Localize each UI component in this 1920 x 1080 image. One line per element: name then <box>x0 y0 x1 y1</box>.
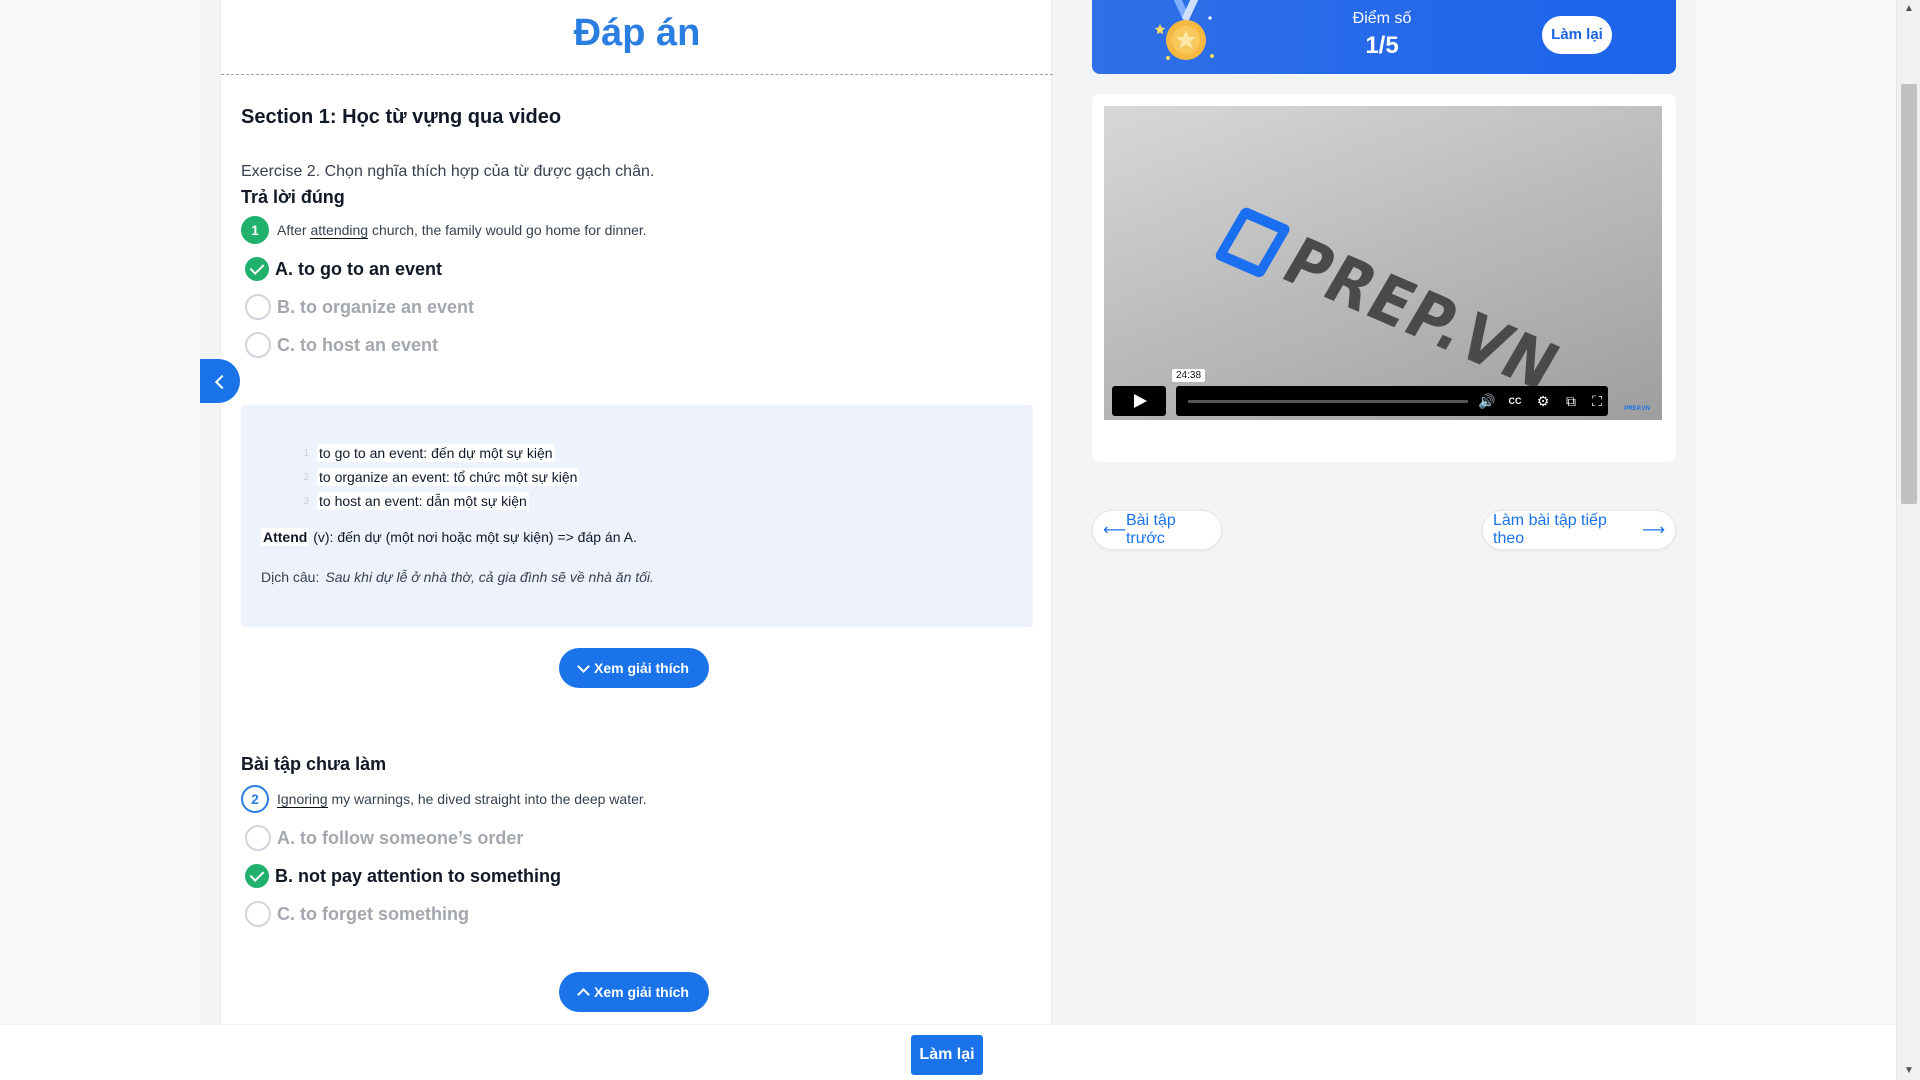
scroll-down-icon[interactable]: ▼ <box>1897 1062 1920 1080</box>
play-button[interactable] <box>1112 386 1166 416</box>
explanation-box: 1 to go to an event: đến dự một sự kiện … <box>241 405 1033 627</box>
check-icon <box>245 864 269 888</box>
translation: Dịch câu: Sau khi dự lễ ở nhà thờ, cả gia… <box>261 569 654 585</box>
scroll-thumb[interactable] <box>1901 84 1917 504</box>
score-value: 1/5 <box>1365 32 1399 59</box>
option-label: C. to forget something <box>277 903 469 924</box>
unanswered-heading: Bài tập chưa làm <box>241 754 387 774</box>
gear-icon[interactable]: ⚙ <box>1534 392 1552 410</box>
exercise-instruction: Exercise 2. Chọn nghĩa thích hợp của từ … <box>241 163 655 180</box>
hide-explanation-button[interactable]: Xem giải thích <box>559 972 709 1012</box>
page-gutter-right <box>1696 0 1896 1080</box>
explanation-item: 2 to organize an event: tổ chức một sự k… <box>303 468 580 486</box>
fullscreen-icon[interactable]: ⛶ <box>1588 392 1606 410</box>
option-label: A. to go to an event <box>275 258 443 279</box>
explanation-item: 3 to host an event: dẫn một sự kiện <box>303 492 529 510</box>
chevron-up-icon <box>577 987 590 1001</box>
seek-bar[interactable] <box>1188 400 1468 403</box>
option-c[interactable]: C. to host an event <box>245 331 438 359</box>
medal-icon <box>1155 0 1214 60</box>
correct-answers-heading: Trả lời đúng <box>241 187 345 207</box>
next-exercise-button[interactable]: Làm bài tập tiếp theo ⟶ <box>1482 510 1676 550</box>
option-label: B. to organize an event <box>277 296 475 317</box>
option-c[interactable]: C. to forget something <box>245 900 469 928</box>
option-label: C. to host an event <box>277 334 439 355</box>
volume-icon[interactable]: 🔊 <box>1478 392 1496 410</box>
question-number-badge: 1 <box>241 216 269 244</box>
question-text: After attending church, the family would… <box>277 222 647 239</box>
option-a[interactable]: A. to follow someone’s order <box>245 824 523 852</box>
underlined-word: attending <box>310 222 369 239</box>
scrollbar[interactable]: ▲ ▼ <box>1896 0 1920 1080</box>
retry-button[interactable]: Làm lại <box>1542 16 1612 54</box>
arrow-right-icon: ⟶ <box>1642 522 1665 539</box>
radio-icon <box>245 294 271 320</box>
score-label: Điểm số <box>1352 10 1412 27</box>
explanation-item: 1 to go to an event: đến dự một sự kiện <box>303 444 555 462</box>
page-gutter-left <box>0 0 200 1080</box>
option-a[interactable]: A. to go to an event <box>245 255 442 283</box>
check-icon <box>245 257 269 281</box>
explanation-list: 1 to go to an event: đến dự một sự kiện … <box>293 441 580 513</box>
radio-icon <box>245 901 271 927</box>
prep-logo-mark <box>1213 206 1292 279</box>
show-explanation-button[interactable]: Xem giải thích <box>559 648 709 688</box>
prep-logo-text: PREP.VN <box>1269 222 1574 406</box>
video-player[interactable]: PREP.VN 24:38 🔊 CC ⚙ ⧉ ⛶ PREP.VN <box>1104 106 1662 420</box>
option-label: A. to follow someone’s order <box>277 827 524 848</box>
radio-icon <box>245 332 271 358</box>
pip-icon[interactable]: ⧉ <box>1562 392 1580 410</box>
score-card: Điểm số 1/5 Làm lại <box>1092 0 1676 74</box>
arrow-left-icon: ⟵ <box>1103 522 1126 539</box>
option-b[interactable]: B. not pay attention to something <box>245 862 561 890</box>
section-title: Section 1: Học từ vựng qua video <box>241 106 562 128</box>
page-title: Đáp án <box>573 12 701 54</box>
scroll-up-icon[interactable]: ▲ <box>1897 0 1920 18</box>
retry-main-button[interactable]: Làm lại <box>911 1035 983 1075</box>
video-card: PREP.VN 24:38 🔊 CC ⚙ ⧉ ⛶ PREP.VN <box>1092 94 1676 462</box>
chevron-down-icon <box>577 659 590 673</box>
answer-panel: Đáp án Section 1: Học từ vựng qua video … <box>220 0 1053 1024</box>
previous-exercise-button[interactable]: ⟵ Bài tập trước <box>1092 510 1222 550</box>
video-controls: 🔊 CC ⚙ ⧉ ⛶ <box>1176 386 1608 416</box>
option-label: B. not pay attention to something <box>275 865 561 886</box>
bottom-bar: Làm lại <box>0 1024 1896 1080</box>
question-number-badge: 2 <box>241 785 269 813</box>
underlined-word: Ignoring <box>277 791 328 808</box>
captions-icon[interactable]: CC <box>1506 392 1524 410</box>
attend-definition: Attend (v): đến dự (một nơi hoặc một sự … <box>261 528 637 546</box>
radio-icon <box>245 825 271 851</box>
watermark-logo: PREP.VN <box>1624 406 1650 412</box>
question-text: Ignoring my warnings, he dived straight … <box>277 791 647 808</box>
title-divider <box>221 74 1053 75</box>
video-timestamp: 24:38 <box>1172 369 1206 382</box>
option-b[interactable]: B. to organize an event <box>245 293 474 321</box>
